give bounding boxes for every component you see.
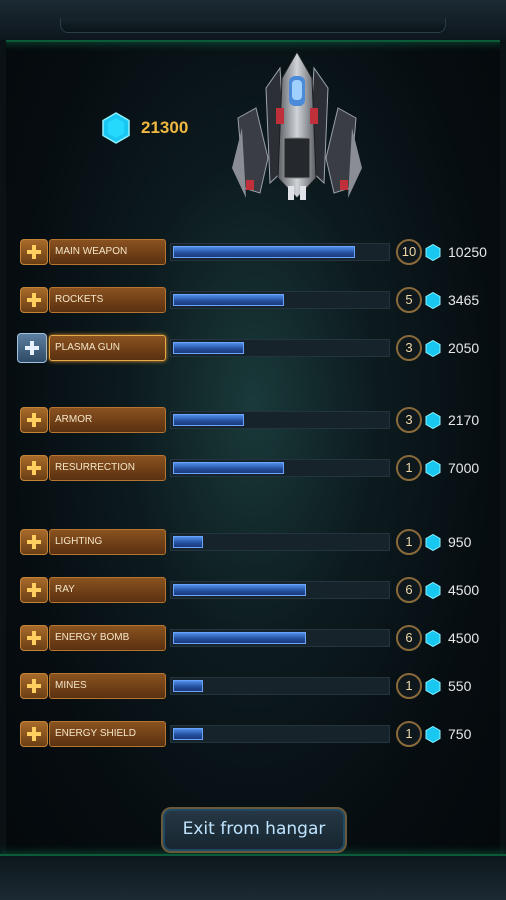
upgrade-level-badge: 1 <box>396 721 422 747</box>
upgrade-label[interactable]: LIGHTING <box>49 529 166 555</box>
upgrade-cost: 3465 <box>448 292 480 308</box>
plus-icon <box>27 679 41 693</box>
plus-icon <box>27 461 41 475</box>
upgrade-plus-button[interactable] <box>20 529 48 555</box>
upgrade-label[interactable]: ENERGY SHIELD <box>49 721 166 747</box>
upgrade-cost: 750 <box>448 726 472 742</box>
upgrade-progress-track <box>170 411 390 429</box>
gem-icon <box>425 630 441 647</box>
upgrade-level-badge: 6 <box>396 577 422 603</box>
upgrade-progress-track <box>170 629 390 647</box>
gem-icon <box>425 340 441 357</box>
upgrade-row: RESURRECTION 1 7000 <box>0 451 506 485</box>
upgrade-plus-button[interactable] <box>20 577 48 603</box>
upgrade-progress-track <box>170 339 390 357</box>
gem-icon <box>425 534 441 551</box>
gem-icon <box>425 412 441 429</box>
upgrade-progress-fill <box>173 246 355 258</box>
upgrade-level-badge: 10 <box>396 239 422 265</box>
upgrade-plus-button[interactable] <box>20 287 48 313</box>
plus-icon <box>27 583 41 597</box>
upgrade-cost: 10250 <box>448 244 487 260</box>
upgrade-progress-track <box>170 581 390 599</box>
plus-icon <box>27 535 41 549</box>
spaceship-image <box>232 50 362 200</box>
upgrade-row: PLASMA GUN 3 2050 <box>0 331 506 365</box>
upgrade-label[interactable]: MINES <box>49 673 166 699</box>
upgrade-label[interactable]: RESURRECTION <box>49 455 166 481</box>
gem-icon <box>425 582 441 599</box>
upgrade-cost: 7000 <box>448 460 480 476</box>
upgrade-level-badge: 1 <box>396 455 422 481</box>
gem-icon <box>102 112 130 144</box>
plus-icon <box>27 245 41 259</box>
bottom-frame <box>0 854 506 900</box>
upgrade-cost: 2050 <box>448 340 480 356</box>
upgrade-label[interactable]: ROCKETS <box>49 287 166 313</box>
upgrade-level-badge: 3 <box>396 335 422 361</box>
plus-icon <box>27 631 41 645</box>
currency-amount: 21300 <box>141 118 189 137</box>
upgrade-cost: 2170 <box>448 412 480 428</box>
upgrade-plus-button[interactable] <box>20 239 48 265</box>
upgrade-progress-fill <box>173 584 306 596</box>
upgrade-row: LIGHTING 1 950 <box>0 525 506 559</box>
upgrade-label[interactable]: MAIN WEAPON <box>49 239 166 265</box>
upgrade-row: MAIN WEAPON 10 10250 <box>0 235 506 269</box>
upgrade-progress-track <box>170 243 390 261</box>
upgrade-plus-button[interactable] <box>20 721 48 747</box>
plus-icon <box>27 413 41 427</box>
upgrade-progress-fill <box>173 414 244 426</box>
upgrade-row: RAY 6 4500 <box>0 573 506 607</box>
upgrade-label[interactable]: PLASMA GUN <box>49 335 166 361</box>
upgrade-progress-track <box>170 725 390 743</box>
plus-icon <box>25 341 39 355</box>
gem-icon <box>425 726 441 743</box>
gem-icon <box>425 292 441 309</box>
upgrade-cost: 4500 <box>448 582 480 598</box>
upgrade-progress-fill <box>173 536 203 548</box>
gem-icon <box>425 460 441 477</box>
top-frame-lip <box>60 18 446 33</box>
currency-display: 21300 <box>101 112 188 144</box>
gem-icon <box>425 678 441 695</box>
upgrade-plus-button[interactable] <box>20 625 48 651</box>
upgrade-progress-fill <box>173 728 203 740</box>
plus-icon <box>27 293 41 307</box>
upgrade-cost: 950 <box>448 534 472 550</box>
upgrade-plus-button[interactable] <box>17 333 47 363</box>
gem-icon <box>425 244 441 261</box>
upgrade-label[interactable]: ARMOR <box>49 407 166 433</box>
upgrade-progress-fill <box>173 294 284 306</box>
top-frame <box>0 0 506 42</box>
upgrade-row: ENERGY SHIELD 1 750 <box>0 717 506 751</box>
upgrade-progress-track <box>170 459 390 477</box>
upgrade-plus-button[interactable] <box>20 455 48 481</box>
upgrade-row: ENERGY BOMB 6 4500 <box>0 621 506 655</box>
upgrade-plus-button[interactable] <box>20 407 48 433</box>
upgrade-progress-fill <box>173 632 306 644</box>
upgrade-progress-track <box>170 291 390 309</box>
upgrade-cost: 4500 <box>448 630 480 646</box>
plus-icon <box>27 727 41 741</box>
upgrade-progress-fill <box>173 342 244 354</box>
upgrade-row: MINES 1 550 <box>0 669 506 703</box>
upgrade-label[interactable]: RAY <box>49 577 166 603</box>
upgrade-progress-fill <box>173 462 284 474</box>
upgrade-label[interactable]: ENERGY BOMB <box>49 625 166 651</box>
upgrade-row: ROCKETS 5 3465 <box>0 283 506 317</box>
exit-hangar-button[interactable]: Exit from hangar <box>161 807 347 853</box>
upgrade-level-badge: 1 <box>396 673 422 699</box>
upgrade-plus-button[interactable] <box>20 673 48 699</box>
upgrade-level-badge: 3 <box>396 407 422 433</box>
upgrade-level-badge: 5 <box>396 287 422 313</box>
upgrade-progress-track <box>170 677 390 695</box>
upgrade-progress-track <box>170 533 390 551</box>
upgrade-row: ARMOR 3 2170 <box>0 403 506 437</box>
upgrade-cost: 550 <box>448 678 472 694</box>
upgrade-progress-fill <box>173 680 203 692</box>
upgrade-level-badge: 1 <box>396 529 422 555</box>
upgrade-level-badge: 6 <box>396 625 422 651</box>
